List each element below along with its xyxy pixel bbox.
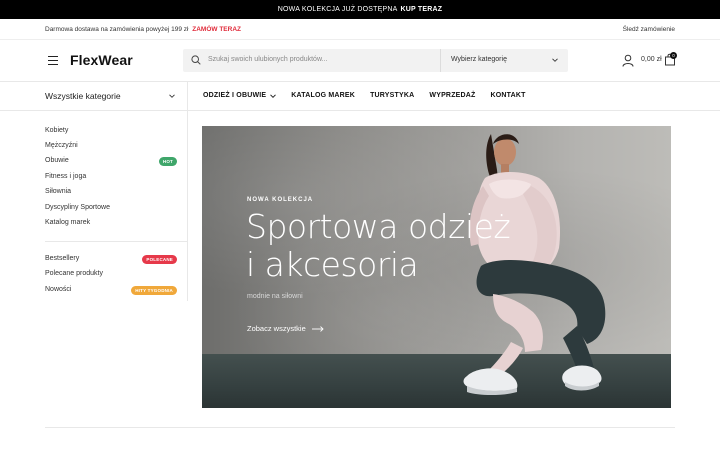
sidebar-item-fitness[interactable]: Fitness i joga [45,173,177,185]
search-input[interactable]: Szukaj swoich ulubionych produktów... [208,56,327,63]
hero-subtitle: modnie na siłowni [247,293,303,300]
search-bar: Szukaj swoich ulubionych produktów... Wy… [183,49,568,72]
info-bar: Darmowa dostawa na zamówienia powyżej 19… [0,19,720,40]
hero-kicker: NOWA KOLEKCJA [247,197,314,203]
category-sidebar: Kobiety Mężczyźni Obuwie HOT Fitness i j… [45,111,188,301]
promo-bar: NOWA KOLEKCJA JUŻ DOSTĘPNA KUP TERAZ [0,0,720,19]
nav-item-katalog-marek[interactable]: KATALOG MAREK [291,92,355,99]
sidebar-item-dyscypliny[interactable]: Dyscypliny Sportowe [45,204,177,216]
nav-item-odziez-i-obuwie[interactable]: ODZIEŻ I OBUWIE [203,92,277,99]
shipping-text: Darmowa dostawa na zamówienia powyżej 19… [45,26,189,33]
sidebar-item-bestsellery[interactable]: Bestsellery POLECANE [45,255,177,267]
logo[interactable]: FlexWear [70,52,133,68]
user-icon[interactable] [622,54,634,67]
nav-item-wyprzedaz[interactable]: WYPRZEDAŻ [429,92,475,99]
promo-cta-link[interactable]: KUP TERAZ [400,6,442,13]
hero-cta-label: Zobacz wszystkie [247,324,306,333]
hero-title-line2: i akcesoria [246,245,419,284]
order-now-link[interactable]: ZAMÓW TERAZ [192,26,241,33]
hero-cta-link[interactable]: Zobacz wszystkie [247,324,324,333]
cart-total[interactable]: 0,00 zł [641,56,662,63]
menu-icon[interactable] [48,56,58,65]
hot-badge: HOT [158,157,177,166]
track-order-link[interactable]: Śledź zamówienie [623,26,675,33]
search-icon[interactable] [191,55,201,65]
sidebar-item-mezczyzni[interactable]: Mężczyźni [45,142,177,154]
sidebar-item-silownia[interactable]: Siłownia [45,188,177,200]
sidebar-item-obuwie[interactable]: Obuwie HOT [45,157,177,169]
chevron-down-icon [169,94,175,98]
all-categories-label: Wszystkie kategorie [45,91,121,101]
chevron-down-icon [552,58,558,62]
athlete-image [463,134,606,395]
main-nav: Wszystkie kategorie ODZIEŻ I OBUWIE KATA… [0,82,720,111]
all-categories-dropdown[interactable]: Wszystkie kategorie [45,82,188,111]
sidebar-item-nowosci[interactable]: Nowości HITY TYGODNIA [45,286,177,298]
nav-menu: ODZIEŻ I OBUWIE KATALOG MAREK TURYSTYKA … [203,92,541,99]
hero-title-line1: Sportowa odzież [246,207,511,246]
section-divider [45,427,675,428]
sidebar-item-kobiety[interactable]: Kobiety [45,127,177,139]
hity-tygodnia-badge: HITY TYGODNIA [131,286,177,295]
search-divider [440,49,441,72]
promo-text: NOWA KOLEKCJA JUŻ DOSTĘPNA [277,6,398,13]
category-select[interactable]: Wybierz kategorię [451,56,507,63]
polecane-badge: POLECANE [142,255,177,264]
arrow-right-icon [311,325,324,332]
cart-count-badge: 0 [670,52,677,59]
nav-item-kontakt[interactable]: KONTAKT [491,92,526,99]
chevron-down-icon [270,93,277,98]
nav-item-turystyka[interactable]: TURYSTYKA [370,92,414,99]
shipping-info: Darmowa dostawa na zamówienia powyżej 19… [45,26,241,33]
sidebar-item-polecane[interactable]: Polecane produkty [45,270,177,282]
site-header: FlexWear Szukaj swoich ulubionych produk… [0,40,720,82]
hero-banner[interactable]: NOWA KOLEKCJA Sportowa odzież i akcesori… [202,126,671,408]
sidebar-item-katalog-marek[interactable]: Katalog marek [45,219,177,231]
sidebar-divider [45,241,187,242]
